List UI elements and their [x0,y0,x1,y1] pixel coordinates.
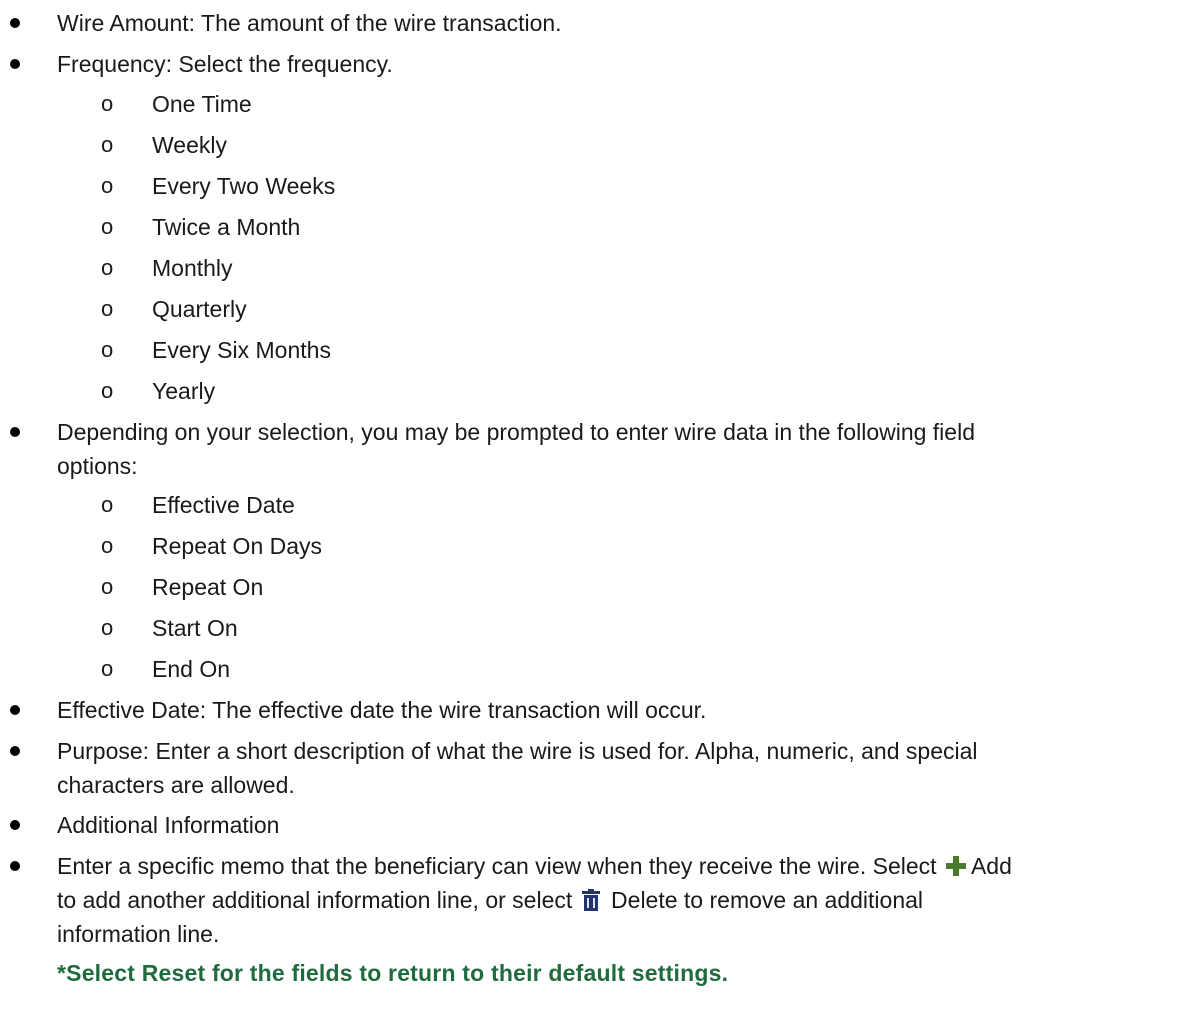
list-item-text: to add another additional information li… [57,886,923,917]
list-item-text: options: [57,453,138,479]
circle-bullet-icon: o [101,574,114,599]
field-option: Repeat On [152,574,264,600]
delete-text: Delete to remove an additional [611,887,924,913]
circle-bullet-icon: o [101,173,114,198]
list-item-text: Purpose: Enter a short description of wh… [57,738,978,764]
plus-icon [945,855,967,883]
frequency-option: Twice a Month [152,214,301,240]
circle-bullet-icon: o [101,492,114,517]
bullet-icon [10,18,20,28]
trash-icon [581,889,601,917]
add-label: Add [970,853,1012,879]
circle-bullet-icon: o [101,91,114,116]
circle-bullet-icon: o [101,132,114,157]
bullet-icon [10,427,20,437]
frequency-option: Weekly [152,132,227,158]
field-option: End On [152,656,230,682]
list-item-text: Additional Information [57,812,280,838]
list-item-text: Enter a specific memo that the beneficia… [57,852,1012,883]
circle-bullet-icon: o [101,656,114,681]
frequency-option: Monthly [152,255,233,281]
frequency-option: Every Two Weeks [152,173,336,199]
list-item-text: Frequency: Select the frequency. [57,51,393,77]
circle-bullet-icon: o [101,378,114,403]
frequency-option: Quarterly [152,296,247,322]
circle-bullet-icon: o [101,337,114,362]
list-item-text: Depending on your selection, you may be … [57,419,975,445]
reset-note-text: *Select Reset for the fields to return t… [57,960,729,986]
circle-bullet-icon: o [101,255,114,280]
memo-text: to add another additional information li… [57,887,573,913]
frequency-option: Yearly [152,378,216,404]
list-item-text: characters are allowed. [57,772,295,798]
memo-text: Enter a specific memo that the beneficia… [57,853,937,879]
help-document: Wire Amount: The amount of the wire tran… [0,0,1186,1036]
circle-bullet-icon: o [101,615,114,640]
field-option: Start On [152,615,238,641]
bullet-icon [10,705,20,715]
list-item-text: Effective Date: The effective date the w… [57,697,707,723]
circle-bullet-icon: o [101,296,114,321]
bullet-icon [10,59,20,69]
bullet-icon [10,746,20,756]
circle-bullet-icon: o [101,214,114,239]
bullet-icon [10,820,20,830]
field-option: Effective Date [152,492,295,518]
frequency-option: Every Six Months [152,337,331,363]
list-item-text: information line. [57,921,220,947]
field-option: Repeat On Days [152,533,323,559]
list-item-text: Wire Amount: The amount of the wire tran… [57,10,562,36]
bullet-icon [10,861,20,871]
frequency-option: One Time [152,91,252,117]
circle-bullet-icon: o [101,533,114,558]
